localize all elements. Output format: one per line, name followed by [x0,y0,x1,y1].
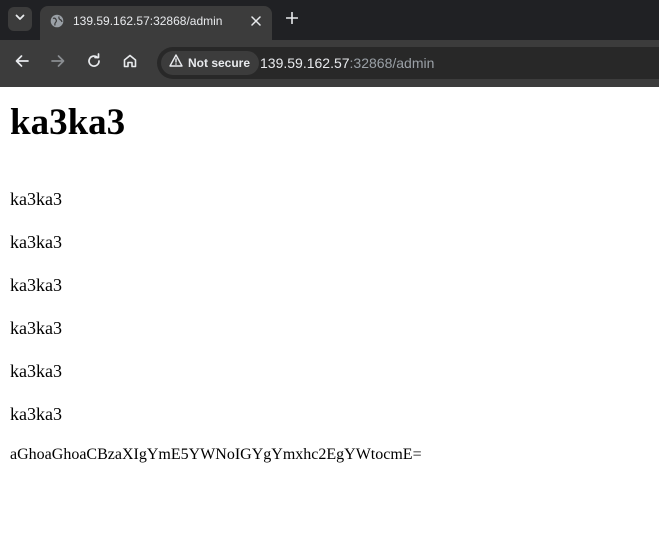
url-path: :32868/admin [349,55,435,71]
active-tab[interactable]: 139.59.162.57:32868/admin [40,6,272,40]
url-text[interactable]: 139.59.162.57:32868/admin [260,55,434,71]
toolbar: Not secure 139.59.162.57:32868/admin [0,40,659,87]
paragraph-2: ka3ka3 [10,232,62,252]
home-icon [122,53,138,74]
warning-triangle-icon [169,54,183,72]
page-content: ka3ka3 ka3ka3 ka3ka3 ka3ka3 ka3ka3 ka3ka… [0,102,659,463]
encoded-text: aGhoaGhoaCBzaXIgYmE5YWNoIGYgYmxhc2EgYWto… [10,446,422,463]
tab-title: 139.59.162.57:32868/admin [73,14,223,28]
back-button[interactable] [11,52,33,74]
paragraph-3: ka3ka3 [10,275,62,295]
paragraph-1: ka3ka3 [10,189,62,209]
security-label: Not secure [188,56,251,70]
plus-icon [285,11,299,29]
address-bar[interactable]: Not secure 139.59.162.57:32868/admin [157,47,659,79]
url-host: 139.59.162.57 [260,55,350,71]
tab-strip: 139.59.162.57:32868/admin [0,0,659,40]
paragraph-6: ka3ka3 [10,404,62,424]
globe-icon [49,13,65,29]
reload-icon [86,52,102,74]
paragraph-4: ka3ka3 [10,318,62,338]
reload-button[interactable] [83,52,105,74]
page-heading: ka3ka3 [10,102,126,143]
chevron-down-icon [14,10,26,28]
home-button[interactable] [119,52,141,74]
close-icon[interactable] [247,12,265,30]
security-indicator[interactable]: Not secure [161,51,260,75]
arrow-left-icon [14,53,30,74]
browser-window: 139.59.162.57:32868/admin Not secure 139… [0,0,659,557]
arrow-right-icon [50,53,66,74]
new-tab-button[interactable] [282,10,302,30]
forward-button[interactable] [47,52,69,74]
paragraph-5: ka3ka3 [10,361,62,381]
tab-search-button[interactable] [8,7,32,31]
